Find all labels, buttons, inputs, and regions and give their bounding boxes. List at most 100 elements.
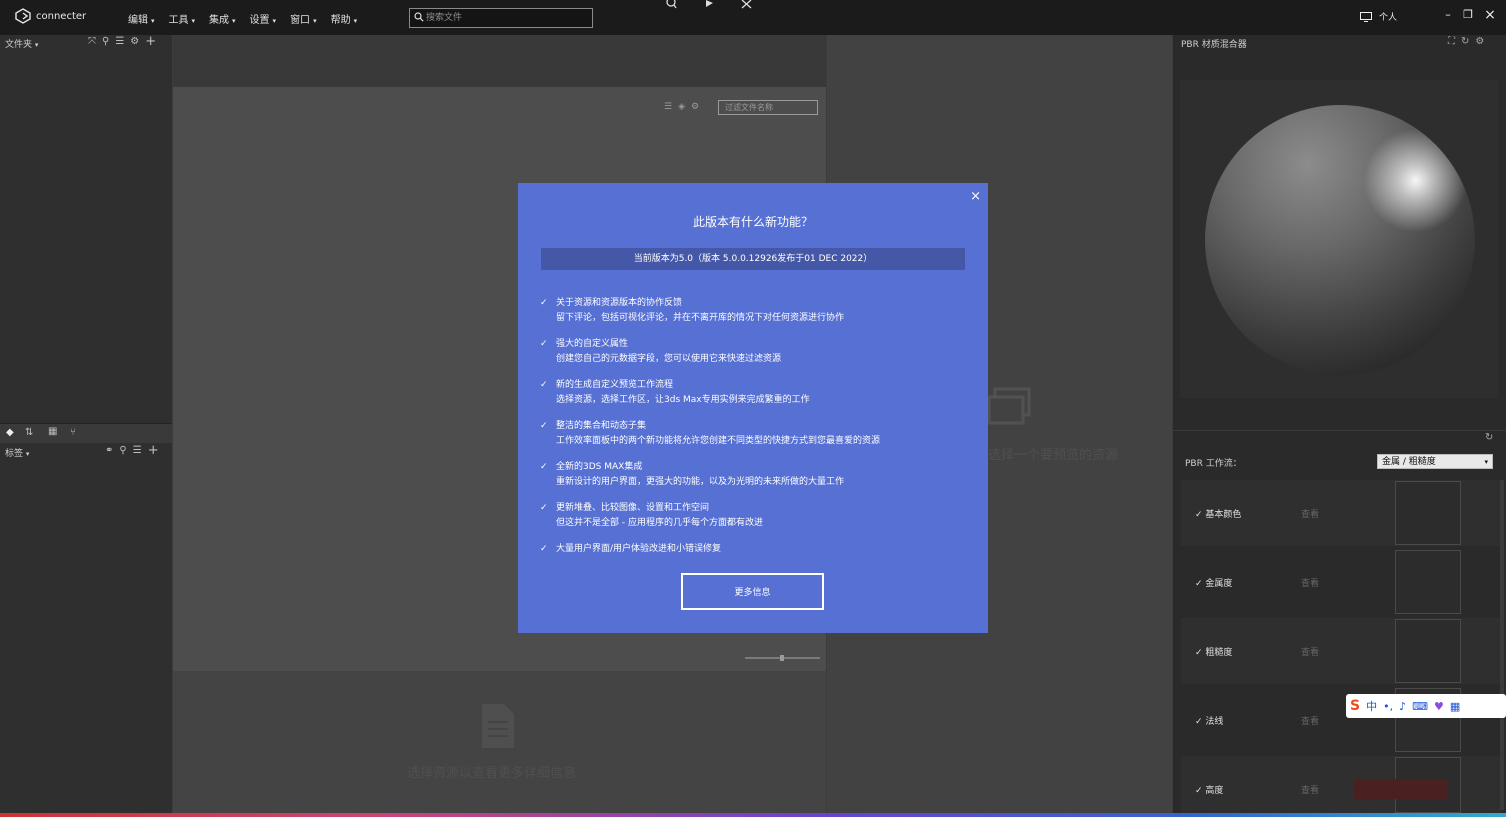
list-icon[interactable]: ☰ xyxy=(133,445,142,456)
menu-tools-label: 工具 xyxy=(168,15,189,26)
check-icon: ✓ xyxy=(1195,786,1203,796)
tags-toolbar: ⚭ ⚲ ☰ + xyxy=(105,444,159,457)
taskbar-accent-line xyxy=(0,813,1506,817)
search-icon[interactable] xyxy=(662,0,680,10)
cursor-icon[interactable]: ⤧ xyxy=(88,36,96,47)
ime-mode-label[interactable]: 中 xyxy=(1366,698,1377,714)
keyboard-icon[interactable]: ⌨ xyxy=(1412,700,1428,713)
check-icon: ✓ xyxy=(540,380,548,390)
feature-item: ✓ 大量用户界面/用户体验改进和小错误修复 xyxy=(540,542,970,557)
channel-thumbnail[interactable] xyxy=(1395,481,1461,545)
chevron-down-icon: ▾ xyxy=(232,17,236,25)
play-icon[interactable] xyxy=(700,0,718,10)
toolbox-icon[interactable]: ▦ xyxy=(1450,700,1460,713)
feature-desc: 选择资源，选择工作区，让3ds Max专用实例来完成繁重的工作 xyxy=(556,395,810,405)
feature-title: 关于资源和资源版本的协作反馈 xyxy=(556,298,683,308)
pbr-workflow-value: 金属 / 粗糙度 xyxy=(1382,457,1436,467)
menu-window[interactable]: 窗口 ▾ xyxy=(290,11,317,26)
close-dialog-button[interactable]: × xyxy=(970,189,981,204)
tag-filter-icon[interactable]: ⚭ xyxy=(105,445,113,456)
menu-settings[interactable]: 设置 ▾ xyxy=(250,11,277,26)
menu-help[interactable]: 帮助 ▾ xyxy=(331,11,358,26)
view-link[interactable]: 查看 xyxy=(1301,507,1319,520)
add-tag-button[interactable]: + xyxy=(148,444,159,457)
view-link[interactable]: 查看 xyxy=(1301,576,1319,589)
check-icon: ✓ xyxy=(1195,510,1203,520)
search-icon xyxy=(414,12,424,22)
minimize-button[interactable]: – xyxy=(1441,8,1455,22)
folders-toolbar: ⤧ ⚲ ☰ ⚙ + xyxy=(88,35,156,48)
check-icon: ✓ xyxy=(1195,648,1203,658)
refresh-icon[interactable]: ↻ xyxy=(1461,36,1469,47)
pbr-channel-row[interactable]: ✓ 金属度 查看 xyxy=(1181,549,1501,615)
folders-header-label: 文件夹 xyxy=(5,40,33,50)
close-window-button[interactable]: × xyxy=(1483,8,1497,22)
tags-header[interactable]: 标签 ▾ xyxy=(5,446,29,459)
sort-icon[interactable]: ⇅ xyxy=(25,427,33,438)
feature-desc: 重新设计的用户界面，更强大的功能，以及为光明的未来所做的大量工作 xyxy=(556,477,845,487)
connecter-logo-icon xyxy=(15,8,31,24)
chevron-down-icon: ▾ xyxy=(272,17,277,25)
feature-title: 全新的3DS MAX集成 xyxy=(556,462,643,472)
view-link[interactable]: 查看 xyxy=(1301,645,1319,658)
search-input[interactable] xyxy=(426,10,586,26)
sogou-icon: S xyxy=(1350,698,1361,714)
grid-icon[interactable]: ▦ xyxy=(48,426,57,437)
search-icon[interactable]: ⚲ xyxy=(102,36,109,47)
menu-edit[interactable]: 编辑 ▾ xyxy=(128,11,155,26)
add-folder-button[interactable]: + xyxy=(145,35,156,48)
expand-icon[interactable]: ⛶ xyxy=(1448,36,1455,47)
menu-tools[interactable]: 工具 ▾ xyxy=(169,11,196,26)
feature-item: ✓ 强大的自定义属性 创建您自己的元数据字段，您可以使用它来快速过滤资源 xyxy=(540,337,970,367)
folders-header[interactable]: 文件夹 ▾ xyxy=(5,37,38,50)
view-link[interactable]: 查看 xyxy=(1301,714,1319,727)
view-link[interactable]: 查看 xyxy=(1301,783,1319,796)
menu-integrations[interactable]: 集成 ▾ xyxy=(209,11,236,26)
check-icon: ✓ xyxy=(540,462,548,472)
feature-desc: 留下评论，包括可视化评论，并在不离开库的情况下对任何资源进行协作 xyxy=(556,313,845,323)
workspace-label: 个人 xyxy=(1379,13,1398,23)
check-icon: ✓ xyxy=(1195,579,1203,589)
pbr-header: PBR 材质混合器 xyxy=(1181,40,1247,50)
feature-item: ✓ 更新堆叠、比较图像、设置和工作空间 但这并不是全部 - 应用程序的几乎每个方… xyxy=(540,501,970,531)
pbr-channel-row[interactable]: ✓ 基本颜色 查看 xyxy=(1181,480,1501,546)
feature-item: ✓ 整洁的集合和动态子集 工作效率面板中的两个新功能将允许您创建不同类型的快捷方… xyxy=(540,419,970,449)
ime-toolbar[interactable]: S 中 •, ♪ ⌨ ♥ ▦ xyxy=(1346,694,1506,718)
restore-button[interactable]: ❐ xyxy=(1461,8,1475,22)
channel-label: 法线 xyxy=(1205,717,1224,727)
channel-thumbnail[interactable] xyxy=(1395,550,1461,614)
close-icon[interactable] xyxy=(738,0,756,10)
chevron-down-icon: ▾ xyxy=(1484,458,1488,466)
feature-title: 大量用户界面/用户体验改进和小错误修复 xyxy=(556,544,722,554)
more-info-button[interactable]: 更多信息 xyxy=(681,573,824,610)
channel-label: 基本颜色 xyxy=(1205,510,1242,520)
channel-thumbnail[interactable] xyxy=(1395,619,1461,683)
workspace-switcher[interactable]: 个人 xyxy=(1360,10,1397,23)
material-preview[interactable] xyxy=(1180,80,1498,398)
check-icon: ✓ xyxy=(1195,717,1203,727)
menu-edit-label: 编辑 xyxy=(128,15,148,26)
pbr-channel-row[interactable]: ✓ 高度 查看 xyxy=(1181,756,1501,813)
red-overlay-bar xyxy=(1354,779,1448,799)
list-icon[interactable]: ☰ xyxy=(115,36,124,47)
tags-header-label: 标签 xyxy=(5,449,24,459)
channel-label: 金属度 xyxy=(1205,579,1233,589)
punctuation-icon[interactable]: •, xyxy=(1383,700,1393,713)
microphone-icon[interactable]: ♪ xyxy=(1399,700,1406,713)
scrollbar[interactable] xyxy=(1500,480,1504,810)
skin-icon[interactable]: ♥ xyxy=(1434,700,1444,713)
pbr-workflow-select[interactable]: 金属 / 粗糙度 ▾ xyxy=(1377,454,1493,469)
branch-icon[interactable]: ⑂ xyxy=(70,427,76,438)
whats-new-dialog: × 此版本有什么新功能？ 当前版本为5.0（版本 5.0.0.12926发布于0… xyxy=(518,183,988,633)
gear-icon[interactable]: ⚙ xyxy=(130,36,139,47)
menu-integrations-label: 集成 xyxy=(209,15,230,26)
menu-settings-label: 设置 xyxy=(249,15,270,26)
app-logo[interactable]: connecter xyxy=(14,8,86,24)
gear-icon[interactable]: ⚙ xyxy=(1475,36,1484,47)
tag-icon[interactable]: ◆ xyxy=(6,427,14,438)
pbr-channel-row[interactable]: ✓ 粗糙度 查看 xyxy=(1181,618,1501,684)
search-icon[interactable]: ⚲ xyxy=(119,445,126,456)
chevron-down-icon: ▾ xyxy=(353,17,358,25)
check-icon: ✓ xyxy=(540,339,548,349)
refresh-icon[interactable]: ↻ xyxy=(1485,432,1493,443)
